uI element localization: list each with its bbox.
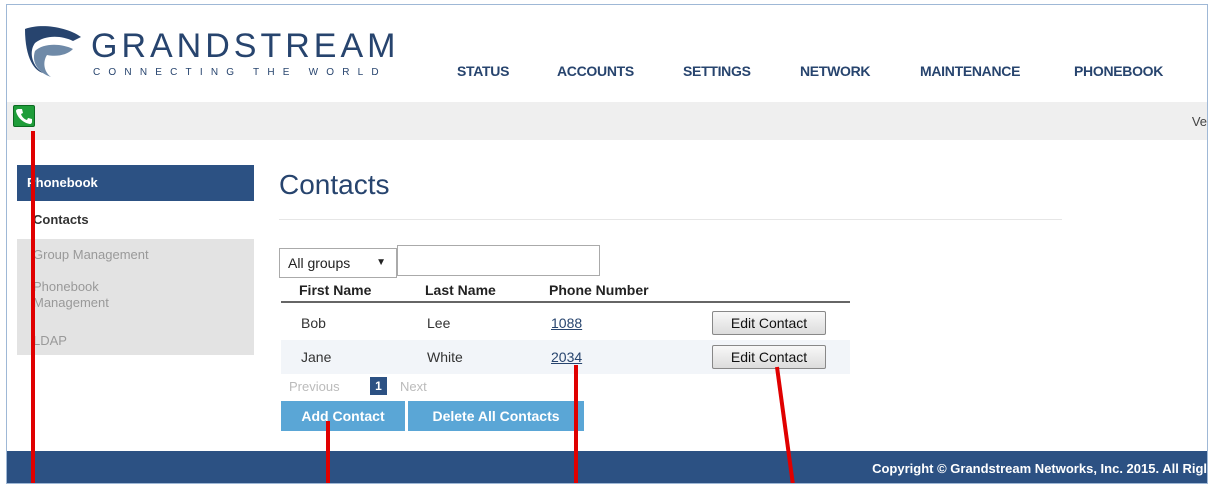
- page-title: Contacts: [279, 169, 390, 200]
- status-bar: Ve: [7, 102, 1207, 140]
- table-row: Bob Lee 1088 Edit Contact: [281, 306, 850, 340]
- delete-all-contacts-button[interactable]: Delete All Contacts: [408, 401, 584, 431]
- nav-network[interactable]: NETWORK: [800, 63, 871, 79]
- pager-current-page[interactable]: 1: [370, 377, 387, 395]
- nav-maintenance[interactable]: MAINTENANCE: [920, 63, 1020, 79]
- cell-first-name: Jane: [301, 349, 332, 365]
- pager-previous[interactable]: Previous: [289, 379, 340, 394]
- cell-last-name: Lee: [427, 315, 451, 331]
- nav-settings[interactable]: SETTINGS: [683, 63, 751, 79]
- sidebar-item-ldap[interactable]: LDAP: [33, 333, 67, 349]
- table-header-rule: [281, 301, 850, 303]
- group-filter-select[interactable]: All groups ▼: [279, 248, 397, 278]
- annotation-line-add-contact: [326, 421, 330, 483]
- sidebar-item-phonebook-management[interactable]: Phonebook Management: [33, 279, 153, 311]
- edit-contact-button[interactable]: Edit Contact: [712, 311, 826, 335]
- nav-status[interactable]: STATUS: [457, 63, 509, 79]
- copyright-text: Copyright © Grandstream Networks, Inc. 2…: [872, 461, 1207, 476]
- brand-name: GRANDSTREAM: [91, 27, 400, 65]
- edit-contact-button[interactable]: Edit Contact: [712, 345, 826, 369]
- cell-first-name: Bob: [301, 315, 326, 331]
- brand-tagline: CONNECTING THE WORLD: [93, 67, 387, 78]
- app-frame: GRANDSTREAM CONNECTING THE WORLD STATUS …: [6, 4, 1208, 484]
- annotation-line-edit-contact: [775, 366, 795, 483]
- nav-accounts[interactable]: ACCOUNTS: [557, 63, 634, 79]
- phone-status-icon[interactable]: [13, 105, 35, 127]
- column-header-phone-number: Phone Number: [549, 282, 649, 298]
- sidebar-item-group-management[interactable]: Group Management: [33, 247, 149, 263]
- add-contact-button[interactable]: Add Contact: [281, 401, 405, 431]
- version-label: Ve: [1191, 114, 1207, 129]
- contact-search-input[interactable]: [397, 245, 600, 276]
- dropdown-caret-icon: ▼: [376, 257, 386, 268]
- sidebar-inactive-group: Group Management Phonebook Management LD…: [17, 239, 254, 355]
- sidebar-section-phonebook[interactable]: Phonebook: [17, 165, 254, 201]
- title-divider: [279, 219, 1062, 220]
- column-header-last-name: Last Name: [425, 282, 496, 298]
- grandstream-logo-icon: [21, 21, 85, 90]
- nav-phonebook[interactable]: PHONEBOOK: [1074, 63, 1163, 79]
- annotation-line-phone-icon: [31, 131, 35, 483]
- column-header-first-name: First Name: [299, 282, 372, 298]
- pager-next[interactable]: Next: [400, 379, 427, 394]
- group-filter-value: All groups: [288, 255, 351, 271]
- cell-phone-link[interactable]: 1088: [551, 315, 582, 331]
- cell-phone-link[interactable]: 2034: [551, 349, 582, 365]
- sidebar-item-contacts[interactable]: Contacts: [17, 202, 254, 238]
- footer-bar: Copyright © Grandstream Networks, Inc. 2…: [7, 451, 1207, 483]
- table-row: Jane White 2034 Edit Contact: [281, 340, 850, 374]
- annotation-line-phone-number: [574, 365, 578, 483]
- cell-last-name: White: [427, 349, 463, 365]
